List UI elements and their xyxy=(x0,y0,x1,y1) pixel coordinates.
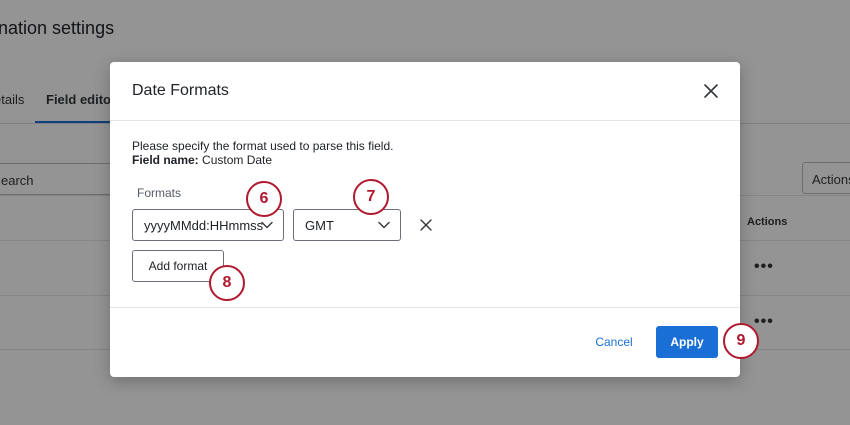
chevron-down-icon xyxy=(378,221,390,229)
date-formats-dialog: Date Formats Please specify the format u… xyxy=(110,62,740,377)
format-select-value: yyyyMMdd:HHmmss xyxy=(144,218,264,233)
timezone-select-value: GMT xyxy=(305,218,334,233)
field-name-value: Custom Date xyxy=(202,153,273,167)
apply-button[interactable]: Apply xyxy=(656,326,718,358)
description-text: Please specify the format used to parse … xyxy=(132,139,394,153)
step-callout-6: 6 xyxy=(246,181,282,217)
formats-label: Formats xyxy=(137,186,182,200)
remove-icon[interactable] xyxy=(419,218,433,232)
step-callout-8: 8 xyxy=(209,265,245,301)
close-icon[interactable] xyxy=(702,82,720,100)
field-name-line: Field name: Custom Date xyxy=(132,153,393,167)
dialog-header-divider xyxy=(110,120,740,121)
dialog-footer-divider xyxy=(110,307,740,308)
step-callout-9: 9 xyxy=(723,323,759,359)
chevron-down-icon xyxy=(261,221,273,229)
dialog-title: Date Formats xyxy=(132,82,229,99)
timezone-select[interactable]: GMT xyxy=(293,209,401,241)
field-name-label: Field name: xyxy=(132,153,199,167)
step-callout-7: 7 xyxy=(353,179,389,215)
cancel-button[interactable]: Cancel xyxy=(585,326,643,358)
dialog-description: Please specify the format used to parse … xyxy=(132,139,393,167)
